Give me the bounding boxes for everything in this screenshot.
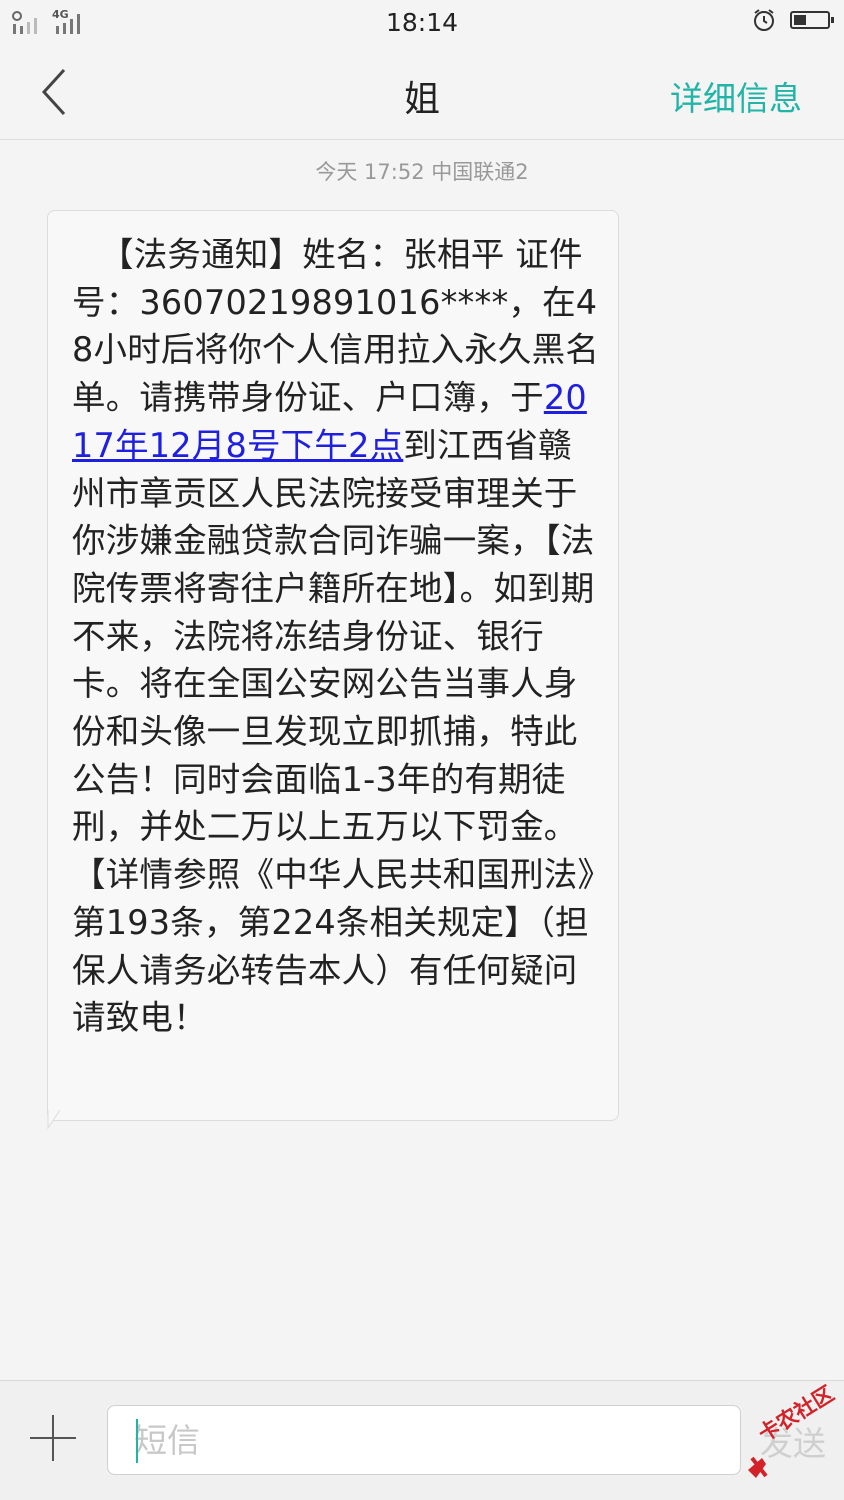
details-button[interactable]: 详细信息 (670, 72, 802, 120)
message-text: 【法务通知】姓名：张相平 证件号：36070219891016****，在48小… (72, 231, 602, 1042)
bubble-tail (47, 1110, 61, 1130)
add-attachment-button[interactable] (30, 1415, 76, 1461)
message-text-part2: 到江西省赣州市章贡区人民法院接受审理关于你涉嫌金融贷款合同诈骗一案，【法院传票将… (72, 425, 595, 1038)
message-bubble[interactable]: 【法务通知】姓名：张相平 证件号：36070219891016****，在48小… (47, 210, 619, 1121)
app-header: 姐 详细信息 (0, 44, 844, 140)
message-timestamp: 今天 17:52 中国联通2 (315, 160, 529, 184)
status-time: 18:14 (385, 8, 459, 37)
composer-bar: 发送 (0, 1380, 844, 1500)
battery-icon (790, 11, 834, 29)
text-cursor (136, 1419, 138, 1463)
status-bar: 4G 18:14 (0, 0, 844, 44)
message-text-part1: 【法务通知】姓名：张相平 证件号：36070219891016****，在48小… (72, 235, 600, 418)
sms-input[interactable] (107, 1405, 741, 1475)
status-right (752, 8, 834, 32)
alarm-clock-icon (752, 8, 776, 32)
plus-icon-stroke (52, 1415, 54, 1461)
